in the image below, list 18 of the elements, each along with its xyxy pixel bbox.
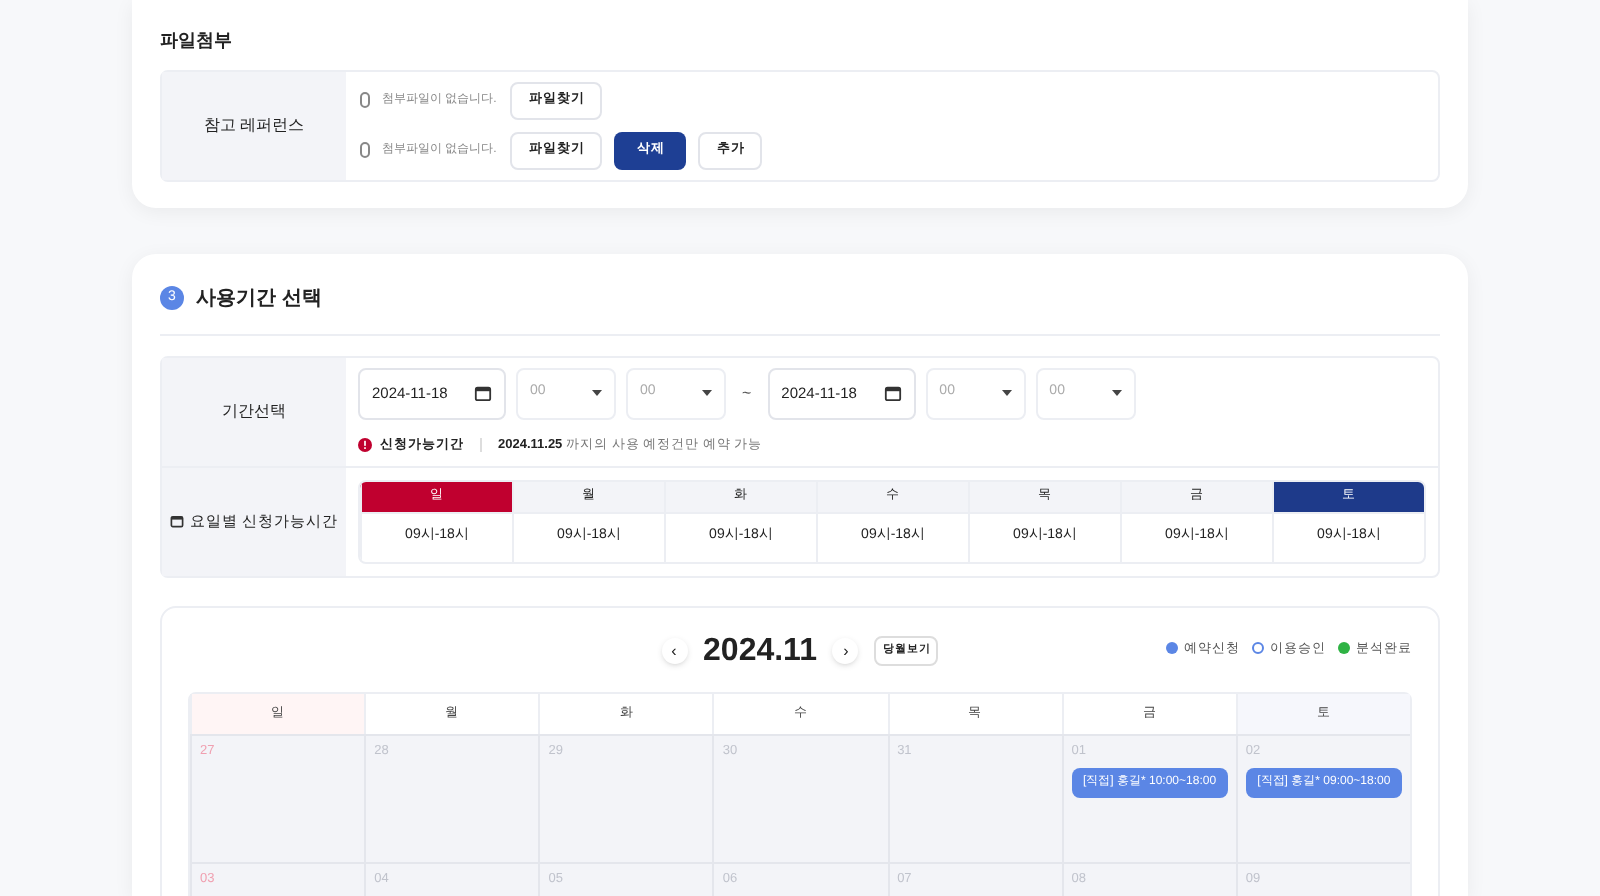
range-separator: ~: [742, 381, 752, 405]
section-title: 파일첨부: [160, 28, 234, 54]
calendar-icon: [883, 384, 902, 402]
calendar-icon: [169, 514, 184, 528]
caret-icon: [1111, 390, 1122, 396]
alert-icon: [358, 437, 372, 452]
row-label: 참고 레퍼런스: [162, 71, 346, 179]
month-title: 2024.11: [703, 631, 817, 671]
caret-icon: [1001, 390, 1012, 396]
paperclip-icon: [360, 142, 370, 158]
section-title: 사용기간 선택: [196, 285, 322, 313]
caret-icon: [702, 390, 712, 396]
next-button[interactable]: ›: [832, 638, 859, 664]
caret-icon: [592, 390, 602, 396]
row-label: 기간선택: [162, 357, 346, 465]
previous-button[interactable]: ‹: [661, 638, 688, 664]
paperclip-icon: [360, 92, 370, 108]
calendar-icon: [474, 384, 492, 402]
